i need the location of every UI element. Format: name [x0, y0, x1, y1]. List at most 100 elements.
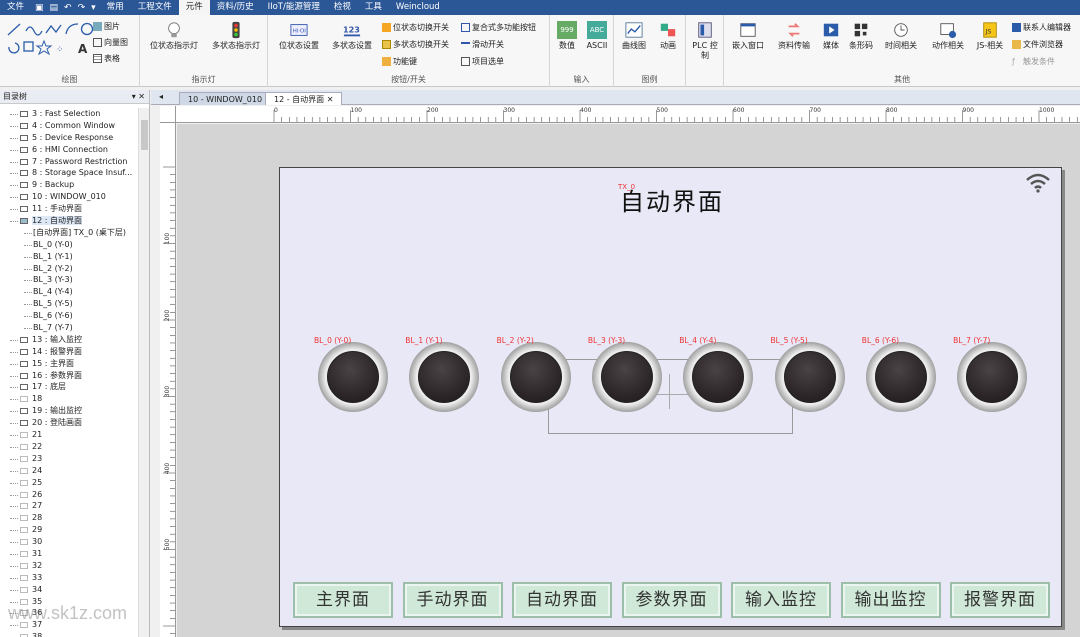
- tree-window-item[interactable]: 23: [0, 453, 138, 465]
- scrollbar-thumb[interactable]: [141, 120, 148, 150]
- tree-window-item[interactable]: 12 : 自动界面: [0, 215, 138, 227]
- tree-window-item[interactable]: 18: [0, 393, 138, 405]
- tree-window-item[interactable]: 21: [0, 429, 138, 441]
- tree-object-item[interactable]: BL_1 (Y-1): [0, 251, 138, 263]
- tree-window-item[interactable]: 24: [0, 465, 138, 477]
- multi-switch-button[interactable]: 多状态切换开关: [382, 39, 449, 50]
- shape-tools-icon[interactable]: ⁘ A: [6, 21, 94, 59]
- contact-editor-button[interactable]: 联系人编辑器: [1012, 22, 1071, 33]
- bit-lamp[interactable]: BL_6 (Y-6): [862, 336, 940, 416]
- tree-object-item[interactable]: BL_3 (Y-3): [0, 274, 138, 286]
- multi-lamp-button[interactable]: 多状态指示灯: [206, 21, 266, 51]
- tree-window-item[interactable]: 10 : WINDOW_010: [0, 191, 138, 203]
- bit-lamp[interactable]: BL_3 (Y-3): [588, 336, 666, 416]
- tree-object-item[interactable]: BL_4 (Y-4): [0, 286, 138, 298]
- nav-button[interactable]: 自动界面: [512, 582, 612, 618]
- bit-lamp[interactable]: BL_4 (Y-4): [679, 336, 757, 416]
- tree-window-item[interactable]: 11 : 手动界面: [0, 203, 138, 215]
- tree-window-item[interactable]: 33: [0, 572, 138, 584]
- menu-project[interactable]: 工程文件: [131, 0, 179, 15]
- tree-window-item[interactable]: 25: [0, 477, 138, 489]
- tree-window-item[interactable]: 26: [0, 489, 138, 501]
- tree-window-item[interactable]: 8 : Storage Space Insuf...: [0, 167, 138, 179]
- multi-set-button[interactable]: 123 多状态设置: [326, 21, 378, 51]
- table-button[interactable]: 表格: [93, 53, 120, 64]
- plc-control-button[interactable]: PLC 控制: [690, 21, 720, 61]
- bit-lamp-button[interactable]: 位状态指示灯: [144, 21, 204, 51]
- js-button[interactable]: JS JS-相关: [972, 21, 1008, 51]
- nav-button[interactable]: 报警界面: [950, 582, 1050, 618]
- menu-iiot[interactable]: IIoT/能源管理: [261, 0, 327, 15]
- bit-lamp[interactable]: BL_7 (Y-7): [953, 336, 1031, 416]
- item-select-button[interactable]: 项目选单: [461, 56, 504, 67]
- tree-window-item[interactable]: 7 : Password Restriction: [0, 156, 138, 168]
- nav-button[interactable]: 主界面: [293, 582, 393, 618]
- menu-view[interactable]: 检视: [327, 0, 358, 15]
- menu-tools[interactable]: 工具: [358, 0, 389, 15]
- close-icon[interactable]: ✕: [138, 92, 145, 101]
- tree-scrollbar[interactable]: [138, 108, 149, 637]
- tree-object-item[interactable]: BL_6 (Y-6): [0, 310, 138, 322]
- tree-window-item[interactable]: 27: [0, 500, 138, 512]
- tree-window-item[interactable]: 13 : 输入监控: [0, 334, 138, 346]
- menu-objects[interactable]: 元件: [178, 0, 210, 15]
- dropdown-icon[interactable]: ▾: [91, 3, 96, 13]
- nav-button[interactable]: 输出监控: [840, 582, 941, 618]
- tree-window-item[interactable]: 22: [0, 441, 138, 453]
- vector-button[interactable]: 向量图: [93, 37, 128, 48]
- undo-icon[interactable]: ↶: [64, 3, 72, 13]
- hmi-screen[interactable]: 自动界面 TX_0 BL_0 (Y-0) BL_1 (Y-1) BL_2 (Y-2)…: [279, 167, 1062, 627]
- tree-window-item[interactable]: 30: [0, 536, 138, 548]
- time-button[interactable]: 时间相关: [878, 21, 924, 51]
- embed-window-button[interactable]: 嵌入窗口: [728, 21, 768, 51]
- bit-set-button[interactable]: HI·OI 位状态设置: [274, 21, 324, 51]
- menu-weincloud[interactable]: Weincloud: [389, 0, 447, 15]
- tree-object-item[interactable]: BL_2 (Y-2): [0, 263, 138, 275]
- bit-switch-button[interactable]: 位状态切换开关: [382, 22, 449, 33]
- media-button[interactable]: 媒体: [818, 21, 844, 51]
- bit-lamp[interactable]: BL_2 (Y-2): [497, 336, 575, 416]
- open-icon[interactable]: ▤: [50, 3, 59, 13]
- menu-common[interactable]: 常用: [100, 0, 131, 15]
- tree-object-item[interactable]: BL_0 (Y-0): [0, 239, 138, 251]
- tree-window-item[interactable]: 14 : 报警界面: [0, 346, 138, 358]
- tree-object-item[interactable]: BL_7 (Y-7): [0, 322, 138, 334]
- tab-auto-screen[interactable]: 12 - 自动界面 ✕: [265, 92, 343, 105]
- tree-window-item[interactable]: 17 : 底层: [0, 381, 138, 393]
- menu-file[interactable]: 文件: [0, 0, 31, 15]
- tab-close-icon[interactable]: ✕: [327, 95, 334, 104]
- bit-lamp[interactable]: BL_1 (Y-1): [405, 336, 483, 416]
- nav-button[interactable]: 输入监控: [731, 582, 831, 618]
- tree-window-item[interactable]: 20 : 登陆画面: [0, 417, 138, 429]
- nav-button[interactable]: 手动界面: [402, 582, 503, 618]
- tree-window-item[interactable]: 6 : HMI Connection: [0, 144, 138, 156]
- picture-button[interactable]: 图片: [93, 21, 120, 32]
- function-key-button[interactable]: 功能键: [382, 56, 417, 67]
- tab-window-010[interactable]: 10 - WINDOW_010: [179, 92, 272, 105]
- tree-window-item[interactable]: 16 : 参数界面: [0, 370, 138, 382]
- numeric-button[interactable]: 999 数值: [554, 21, 580, 51]
- barcode-button[interactable]: 条形码: [846, 21, 876, 51]
- save-icon[interactable]: ▣: [35, 3, 44, 13]
- nav-button[interactable]: 参数界面: [621, 582, 722, 618]
- tab-scroll-left-icon[interactable]: ◂: [159, 92, 163, 101]
- tree-window-item[interactable]: 31: [0, 548, 138, 560]
- slide-switch-button[interactable]: 滑动开关: [461, 39, 504, 50]
- trigger-button[interactable]: ƒ 触发条件: [1012, 56, 1055, 67]
- data-transfer-button[interactable]: 资料传输: [772, 21, 816, 51]
- pin-icon[interactable]: ▾: [132, 92, 136, 101]
- ascii-button[interactable]: ABC ASCII: [583, 21, 611, 51]
- trend-button[interactable]: 曲线图: [618, 21, 650, 51]
- file-browser-button[interactable]: 文件浏览器: [1012, 39, 1063, 50]
- tree-window-item[interactable]: 3 : Fast Selection: [0, 108, 138, 120]
- tree-object-item[interactable]: BL_5 (Y-5): [0, 298, 138, 310]
- tree-object-item[interactable]: [自动界面] TX_0 (桌下层): [0, 227, 138, 239]
- tree-window-item[interactable]: 4 : Common Window: [0, 120, 138, 132]
- action-button[interactable]: 动作相关: [926, 21, 970, 51]
- tree-window-item[interactable]: 19 : 输出监控: [0, 405, 138, 417]
- tree-window-item[interactable]: 15 : 主界面: [0, 358, 138, 370]
- tree-window-item[interactable]: 34: [0, 584, 138, 596]
- tree-window-item[interactable]: 29: [0, 524, 138, 536]
- page-title[interactable]: 自动界面: [620, 182, 724, 217]
- combo-button[interactable]: 复合式多功能按钮: [461, 22, 536, 33]
